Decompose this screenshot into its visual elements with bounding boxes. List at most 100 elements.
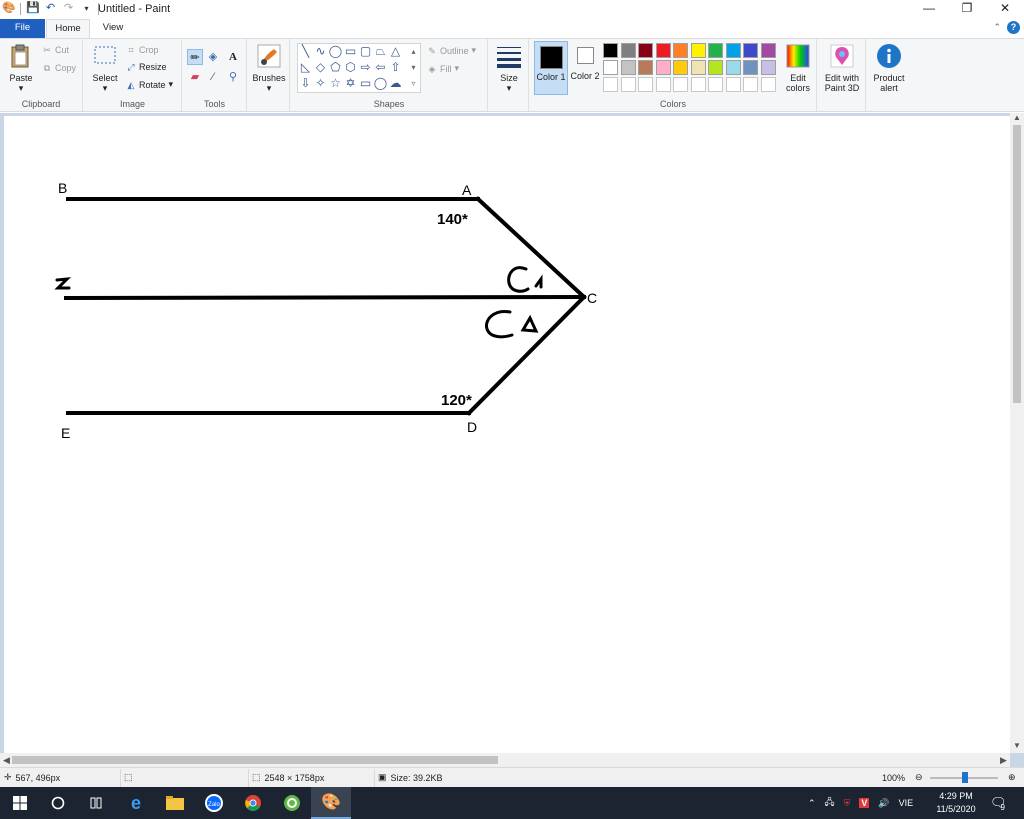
color-swatch[interactable] <box>690 60 706 75</box>
system-clock[interactable]: 4:29 PM 11/5/2020 <box>928 790 984 816</box>
paint-app-icon[interactable]: 🎨 <box>2 2 16 15</box>
color-swatch[interactable] <box>760 60 776 75</box>
five-point-star-shape-icon[interactable]: ☆ <box>328 76 343 91</box>
line-shape-icon[interactable]: ╲ <box>298 44 313 59</box>
color-swatch[interactable] <box>673 43 688 58</box>
color-swatch[interactable] <box>760 77 776 92</box>
fill-bucket-icon[interactable]: ◈ <box>205 49 221 65</box>
edit-with-paint3d-button[interactable]: Edit with Paint 3D <box>820 43 864 93</box>
color-swatch[interactable] <box>620 60 636 75</box>
zoom-out-icon[interactable]: ⊖ <box>915 772 923 783</box>
minimize-button[interactable]: — <box>910 0 948 19</box>
color-swatch[interactable] <box>690 43 706 58</box>
color1-button[interactable]: Color 1 <box>534 41 568 95</box>
color-swatch[interactable] <box>725 77 741 92</box>
show-hidden-icons-icon[interactable]: ⌃ <box>808 798 816 809</box>
polygon-shape-icon[interactable]: ⏢ <box>373 44 388 59</box>
oval-shape-icon[interactable]: ◯ <box>328 44 343 59</box>
scroll-left-icon[interactable]: ◀ <box>3 753 10 767</box>
curve-shape-icon[interactable]: ∿ <box>313 44 328 59</box>
horizontal-scroll-thumb[interactable] <box>12 756 498 764</box>
rotate-button[interactable]: ◭ Rotate ▾ <box>126 79 174 90</box>
action-center-button[interactable]: 🗨 9 <box>990 787 1007 819</box>
color-swatch[interactable] <box>725 43 741 58</box>
zoom-in-icon[interactable]: ⊕ <box>1008 772 1016 783</box>
rectangle-shape-icon[interactable]: ▭ <box>343 44 358 59</box>
network-icon[interactable]: 🖧 <box>825 795 835 811</box>
tab-file[interactable]: File <box>0 19 45 38</box>
color-swatch[interactable] <box>620 77 636 92</box>
diamond-shape-icon[interactable]: ◇ <box>313 60 328 75</box>
horizontal-scrollbar[interactable]: ◀ ▶ <box>0 753 1010 767</box>
select-button[interactable]: Select ▾ <box>90 43 120 93</box>
color-swatch[interactable] <box>725 60 741 75</box>
color-swatch[interactable] <box>603 77 618 92</box>
color-swatch[interactable] <box>638 60 653 75</box>
redo-icon[interactable]: ↷ <box>62 2 75 15</box>
antivirus-v-icon[interactable]: V <box>859 798 870 808</box>
task-view-button[interactable] <box>76 787 116 819</box>
color-swatch[interactable] <box>690 77 706 92</box>
color-swatch[interactable] <box>655 43 671 58</box>
six-point-star-shape-icon[interactable]: ✡ <box>343 76 358 91</box>
undo-icon[interactable]: ↶ <box>44 2 57 15</box>
taskbar-edge[interactable]: e <box>116 787 156 819</box>
eraser-icon[interactable]: ▰ <box>187 69 203 85</box>
color-swatch[interactable] <box>638 77 653 92</box>
drawing-canvas[interactable]: B A C D E 140* 120* <box>4 116 1010 753</box>
taskbar-chrome[interactable] <box>233 787 273 819</box>
oval-callout-shape-icon[interactable]: ◯ <box>373 76 388 91</box>
save-icon[interactable]: 💾 <box>26 2 40 15</box>
fill-button[interactable]: ◈ Fill ▾ <box>427 63 460 74</box>
close-button[interactable]: ✕ <box>986 0 1024 19</box>
text-tool-icon[interactable]: A <box>225 49 241 65</box>
triangle-shape-icon[interactable]: △ <box>388 44 403 59</box>
chevron-down-icon[interactable]: ▾ <box>406 60 421 75</box>
color-swatch[interactable] <box>708 43 723 58</box>
right-arrow-shape-icon[interactable]: ⇨ <box>358 60 373 75</box>
taskbar-paint[interactable]: 🎨 <box>311 787 351 819</box>
magnifier-icon[interactable]: ⚲ <box>225 69 241 85</box>
color-swatch[interactable] <box>603 43 618 58</box>
start-button[interactable] <box>0 787 40 819</box>
restore-button[interactable]: ❐ <box>948 0 986 19</box>
taskbar-ccleaner[interactable] <box>272 787 312 819</box>
help-icon[interactable]: ? <box>1007 21 1020 34</box>
resize-button[interactable]: ⤢ Resize <box>126 62 166 72</box>
zoom-slider-thumb[interactable] <box>962 772 968 783</box>
color2-button[interactable]: Color 2 <box>570 41 600 95</box>
more-shapes-icon[interactable]: ▿ <box>406 76 421 91</box>
pencil-icon[interactable]: ✏ <box>187 49 203 65</box>
taskbar-zalo[interactable]: Zalo <box>194 787 234 819</box>
color-swatch[interactable] <box>620 43 636 58</box>
customize-qat-icon[interactable]: ▾ <box>80 2 93 15</box>
left-arrow-shape-icon[interactable]: ⇦ <box>373 60 388 75</box>
size-button[interactable]: Size ▾ <box>493 43 525 93</box>
hexagon-shape-icon[interactable]: ⬡ <box>343 60 358 75</box>
taskbar-file-explorer[interactable] <box>155 787 195 819</box>
color-picker-icon[interactable]: ⁄ <box>205 69 221 85</box>
product-alert-button[interactable]: Product alert <box>869 43 909 93</box>
color-swatch[interactable] <box>603 60 618 75</box>
color-swatch[interactable] <box>743 43 758 58</box>
right-triangle-shape-icon[interactable]: ◺ <box>298 60 313 75</box>
chevron-up-icon[interactable]: ▴ <box>406 44 421 59</box>
four-point-star-shape-icon[interactable]: ✧ <box>313 76 328 91</box>
brushes-button[interactable]: Brushes ▾ <box>252 43 286 93</box>
color-swatch[interactable] <box>655 77 671 92</box>
color-swatch[interactable] <box>638 43 653 58</box>
up-arrow-shape-icon[interactable]: ⇧ <box>388 60 403 75</box>
tab-view[interactable]: View <box>94 19 132 38</box>
edit-colors-button[interactable]: Edit colors <box>781 43 815 93</box>
vertical-scroll-thumb[interactable] <box>1013 125 1021 403</box>
cloud-callout-shape-icon[interactable]: ☁ <box>388 76 403 91</box>
color-swatch[interactable] <box>655 60 671 75</box>
outline-button[interactable]: ✎ Outline ▾ <box>427 45 476 56</box>
scroll-up-icon[interactable]: ▲ <box>1010 113 1024 122</box>
color-swatch[interactable] <box>708 77 723 92</box>
collapse-ribbon-icon[interactable]: ⌃ <box>993 22 1001 33</box>
rounded-rectangle-shape-icon[interactable]: ▢ <box>358 44 373 59</box>
security-shield-icon[interactable]: ⛨ <box>844 798 851 809</box>
pentagon-shape-icon[interactable]: ⬠ <box>328 60 343 75</box>
color-swatch[interactable] <box>708 60 723 75</box>
